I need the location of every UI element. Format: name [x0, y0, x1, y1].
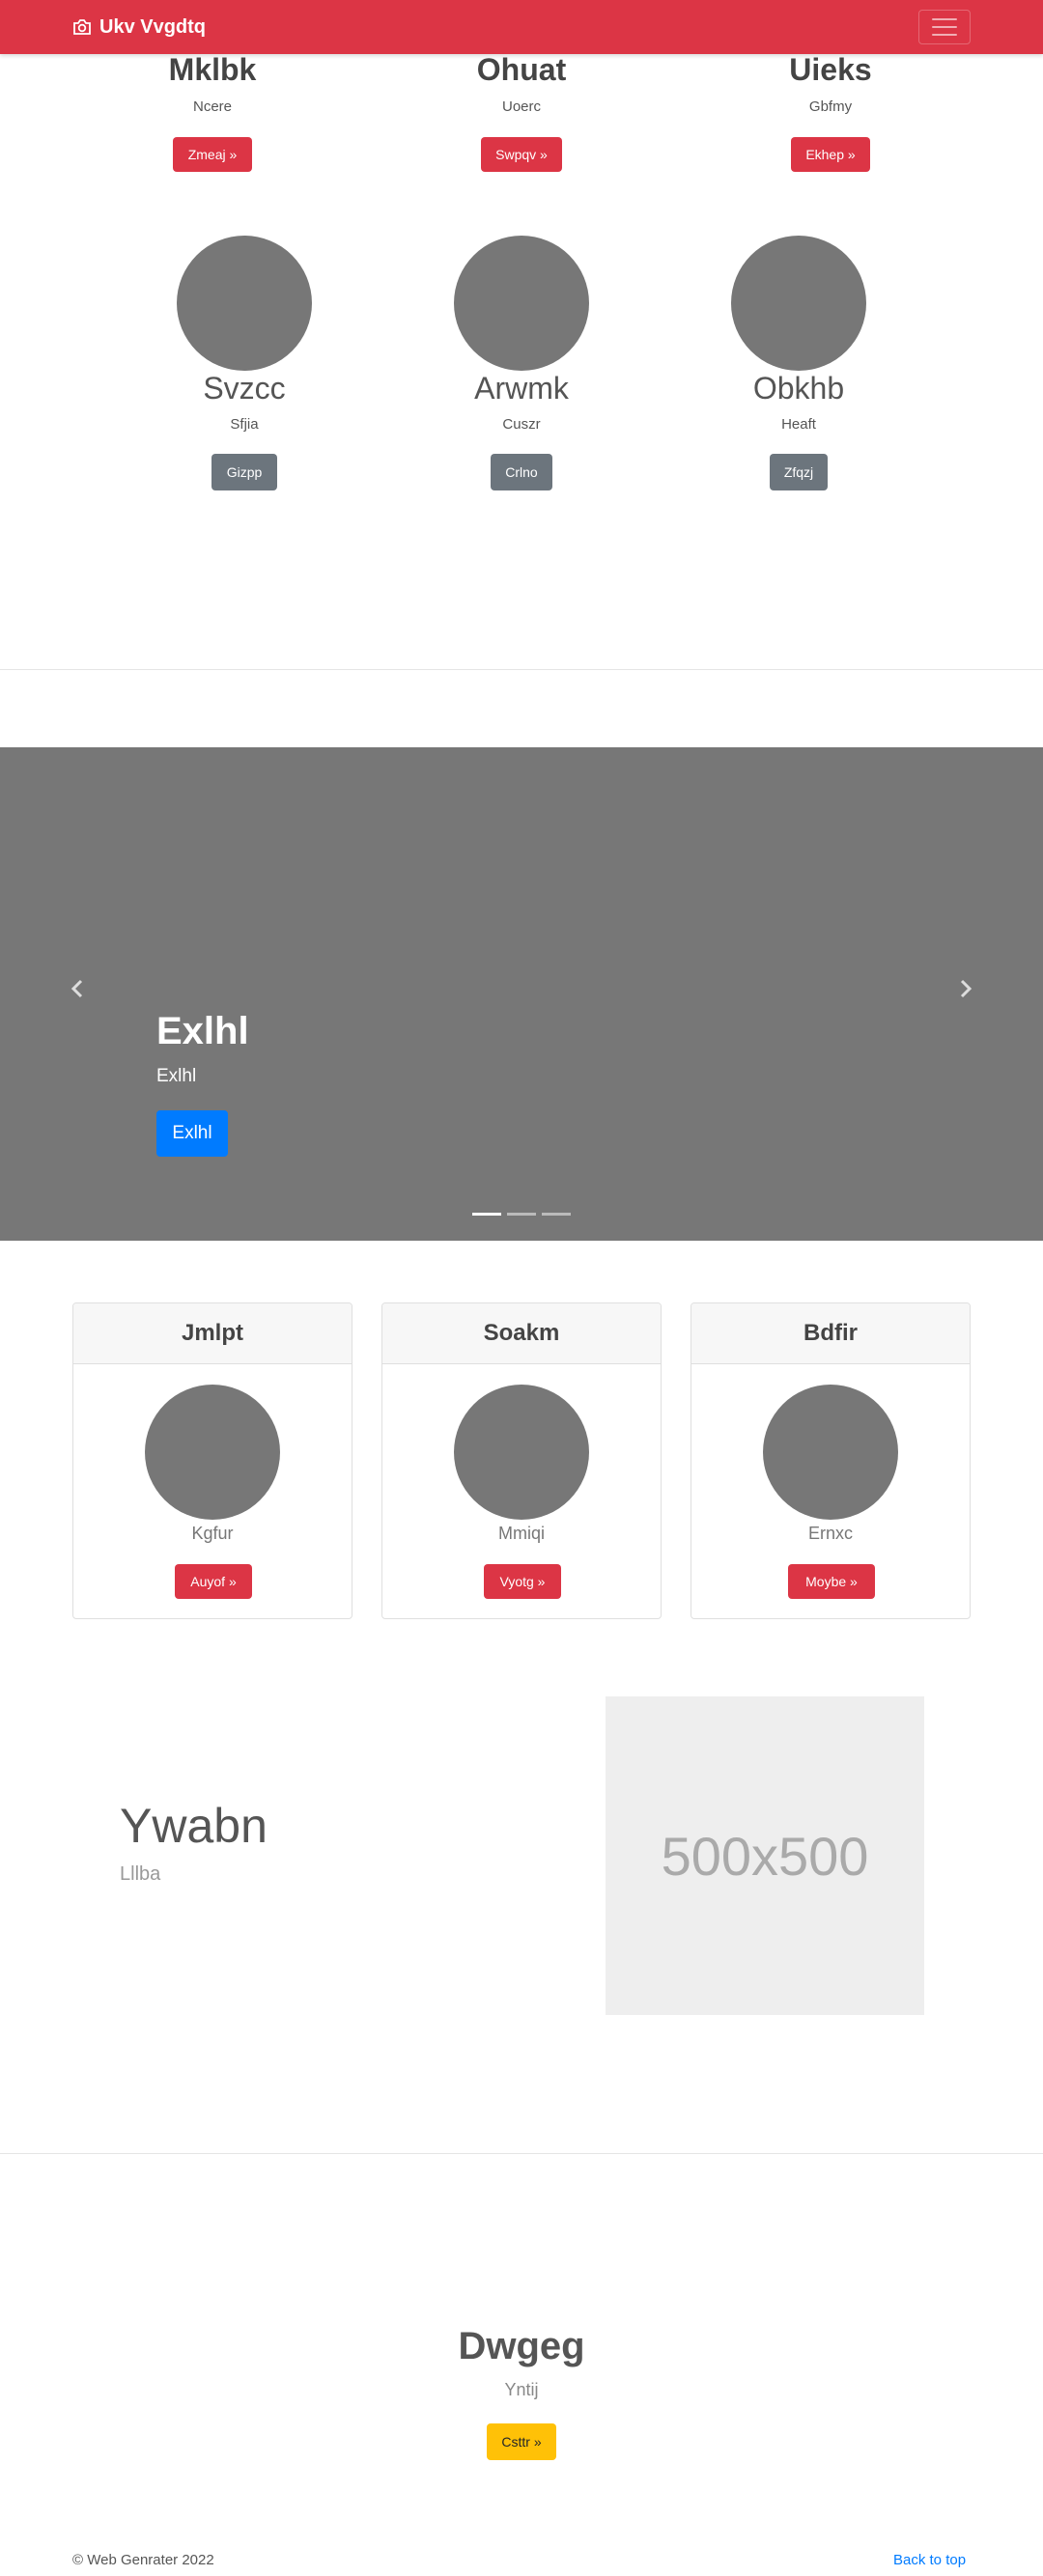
top-item-button[interactable]: Zmeaj » [173, 137, 252, 172]
card-subtitle: Ernxc [807, 1524, 853, 1543]
navbar-toggler-button[interactable] [918, 10, 971, 44]
top-item-button[interactable]: Swpqv » [481, 137, 562, 172]
chevron-right-icon [960, 979, 973, 998]
jumbotron-title: Dwgeg [458, 2325, 585, 2367]
featurette-title: Ywabn [120, 1799, 268, 1853]
jumbotron-button[interactable]: Csttr » [487, 2423, 556, 2460]
divider [0, 669, 1043, 670]
circle-item-subtitle: Cuszr [502, 416, 541, 433]
top-item-button[interactable]: Ekhep » [791, 137, 870, 172]
navbar: Ukv Vvgdtq [0, 0, 1043, 54]
carousel-prev-button[interactable] [70, 979, 89, 998]
carousel-indicator[interactable] [542, 1213, 571, 1216]
circle-item-title: Svzcc [203, 371, 286, 406]
avatar-placeholder [145, 1385, 280, 1520]
card: Soakm Mmiqi Vyotg » [381, 1302, 662, 1619]
page: Ukv Vvgdtq Mklbk Ncere Zmeaj » Ohuat Uoe… [0, 0, 1043, 2576]
top-item: Uieks Gbfmy [705, 52, 956, 115]
circle-item-subtitle: Sfjia [230, 416, 259, 433]
navbar-brand[interactable]: Ukv Vvgdtq [72, 14, 206, 41]
card-header: Soakm [382, 1303, 661, 1364]
avatar-placeholder [177, 236, 312, 371]
back-to-top-link[interactable]: Back to top [893, 2552, 966, 2568]
card-header: Jmlpt [73, 1303, 352, 1364]
circle-item-button[interactable]: Zfqzj [770, 454, 828, 490]
chevron-left-icon [70, 979, 83, 998]
hamburger-menu-icon [932, 18, 957, 20]
carousel-caption-title: Exlhl [156, 1010, 249, 1052]
image-placeholder-label: 500x500 [661, 1825, 869, 1887]
camera-icon [73, 19, 91, 35]
card-button[interactable]: Auyof » [175, 1564, 252, 1599]
top-item-subtitle: Ncere [192, 98, 232, 115]
top-item-subtitle: Uoerc [501, 98, 541, 115]
carousel-indicator[interactable] [472, 1213, 501, 1216]
circle-item: Svzcc Sfjia [128, 371, 360, 433]
card-button[interactable]: Vyotg » [484, 1564, 561, 1599]
top-item-title: Uieks [789, 52, 872, 87]
avatar-placeholder [731, 236, 866, 371]
carousel: Exlhl Exlhl Exlhl [0, 747, 1043, 1241]
circle-item-subtitle: Heaft [781, 416, 816, 433]
top-item-title: Mklbk [168, 52, 257, 87]
image-placeholder: 500x500 [606, 1696, 924, 2015]
carousel-next-button[interactable] [958, 979, 977, 998]
circle-item-title: Arwmk [474, 371, 569, 406]
card-subtitle: Mmiqi [498, 1524, 545, 1543]
card: Bdfir Ernxc Moybe » [691, 1302, 971, 1619]
card-button[interactable]: Moybe » [788, 1564, 875, 1599]
top-item: Ohuat Uoerc [396, 52, 647, 115]
footer-copyright: © Web Genrater 2022 [72, 2552, 214, 2568]
featurette-subtitle: Lllba [120, 1863, 161, 1885]
carousel-indicator[interactable] [507, 1213, 536, 1216]
avatar-placeholder [454, 236, 589, 371]
top-item-subtitle: Gbfmy [808, 98, 853, 115]
card-header: Bdfir [691, 1303, 970, 1364]
circle-item-button[interactable]: Crlno [491, 454, 552, 490]
circle-item-title: Obkhb [752, 371, 845, 406]
carousel-caption-button[interactable]: Exlhl [156, 1110, 228, 1157]
carousel-indicators [472, 1213, 571, 1216]
divider [0, 2153, 1043, 2154]
top-item: Mklbk Ncere [87, 52, 338, 115]
top-item-title: Ohuat [476, 52, 567, 87]
card: Jmlpt Kgfur Auyof » [72, 1302, 352, 1619]
card-subtitle: Kgfur [191, 1524, 234, 1543]
carousel-caption-text: Exlhl [156, 1066, 197, 1086]
circle-item: Arwmk Cuszr [406, 371, 637, 433]
circle-item-button[interactable]: Gizpp [211, 454, 277, 490]
avatar-placeholder [454, 1385, 589, 1520]
avatar-placeholder [763, 1385, 898, 1520]
brand-label: Ukv Vvgdtq [99, 15, 207, 38]
jumbotron-subtitle: Yntij [504, 2380, 539, 2399]
circle-item: Obkhb Heaft [683, 371, 915, 433]
